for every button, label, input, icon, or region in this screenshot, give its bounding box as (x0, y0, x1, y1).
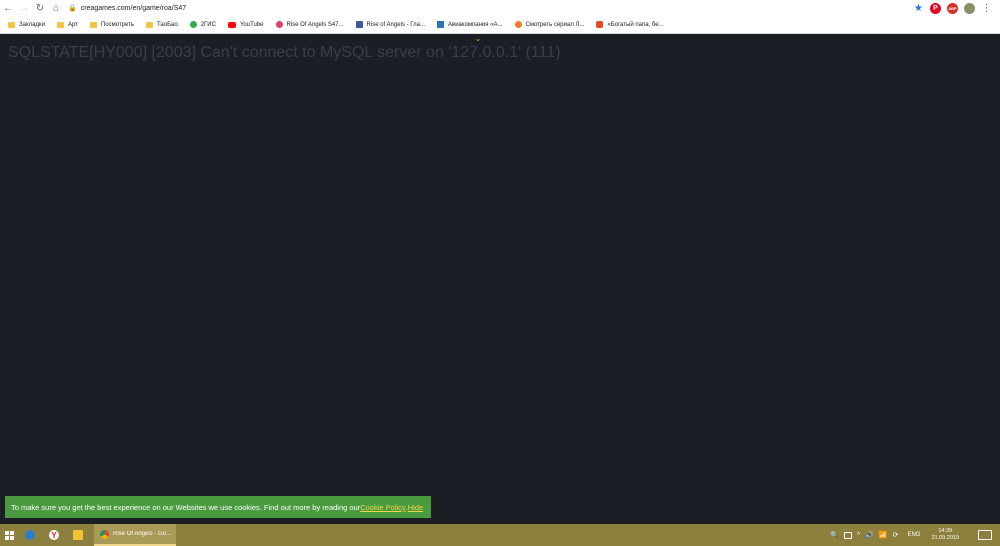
bookmark-item[interactable]: Посмотреть (86, 18, 138, 32)
bookmark-item[interactable]: 2ГИС (186, 18, 220, 32)
bookmark-item[interactable]: Смотреть сериал Л... (511, 18, 589, 32)
forward-button[interactable]: → (16, 1, 32, 15)
profile-avatar[interactable] (964, 2, 975, 14)
bookmark-item[interactable]: YouTube (224, 18, 268, 32)
search-icon[interactable]: 🔍 (830, 531, 839, 539)
explorer-taskbar-button[interactable] (66, 524, 90, 546)
hide-link[interactable]: Hide (408, 503, 423, 512)
task-label: Rise Of Angels - Go... (113, 531, 172, 537)
yandex-taskbar-button[interactable]: Y (42, 524, 66, 546)
bookmark-item[interactable]: Rise Of Angels S47... (272, 18, 348, 32)
bookmark-item[interactable]: Авиакомпания «А... (433, 18, 507, 32)
roa-icon (275, 21, 283, 28)
folder-icon (146, 21, 154, 28)
facebook-icon (355, 21, 363, 28)
bookmark-item[interactable]: «Богатый папа, бе... (592, 18, 667, 32)
back-button[interactable]: ← (0, 1, 16, 15)
cookie-text: To make sure you get the best experience… (11, 502, 361, 512)
browser-toolbar: ← → ↻ ⌂ 🔒 creagames.com/en/game/roa/S47 … (0, 0, 1000, 16)
volume-icon[interactable]: 🔊 (865, 531, 874, 539)
ie-taskbar-button[interactable] (18, 524, 42, 546)
chevron-up-icon[interactable]: ^ (857, 532, 860, 539)
cookie-policy-link[interactable]: Cookie Policy (360, 503, 405, 512)
film-icon (514, 21, 522, 28)
bookmark-item[interactable]: Rise of Angels - Гла... (352, 18, 429, 32)
bookmark-star-icon[interactable]: ★ (913, 3, 924, 14)
notification-icon[interactable] (978, 530, 992, 540)
folder-icon (8, 21, 15, 28)
language-indicator[interactable]: ENG (907, 532, 920, 538)
sync-icon[interactable]: ⟳ (893, 531, 899, 539)
page-content: ⌄ SQLSTATE[HY000] [2003] Can't connect t… (0, 34, 1000, 524)
lock-icon: 🔒 (68, 5, 77, 12)
bookmark-item[interactable]: Арт (53, 18, 82, 32)
menu-kebab-icon[interactable]: ⋮ (981, 3, 992, 14)
bookmark-item[interactable]: ТаоБао (142, 18, 182, 32)
start-button[interactable] (0, 524, 18, 546)
chevron-down-icon[interactable]: ⌄ (472, 35, 484, 43)
chrome-task-button[interactable]: Rise Of Angels - Go... (94, 524, 176, 546)
clock-time: 14:39 (938, 528, 953, 534)
network-icon[interactable]: 📶 (879, 531, 888, 539)
url-text[interactable]: creagames.com/en/game/roa/S47 (81, 5, 186, 12)
adblock-extension-icon[interactable]: ABP (947, 2, 958, 14)
bookmarks-bar: Закладки Арт Посмотреть ТаоБао 2ГИС YouT… (0, 16, 1000, 34)
home-button[interactable]: ⌂ (48, 1, 64, 15)
clock[interactable]: 14:39 21.09.2019 (931, 528, 959, 542)
system-tray: 🔍 ^ 🔊 📶 ⟳ ENG 14:39 21.09.2019 (830, 524, 1000, 546)
taskbar: Y Rise Of Angels - Go... 🔍 ^ 🔊 📶 ⟳ ENG 1… (0, 524, 1000, 546)
reload-button[interactable]: ↻ (32, 1, 48, 15)
2gis-icon (189, 21, 197, 28)
youtube-icon (227, 21, 236, 28)
cookie-banner: To make sure you get the best experience… (5, 496, 431, 518)
clock-date: 21.09.2019 (931, 535, 959, 541)
ie-icon (25, 530, 35, 540)
bookmark-item[interactable]: Закладки (4, 18, 49, 32)
folder-icon (89, 21, 97, 28)
play-icon (596, 21, 604, 28)
pinterest-extension-icon[interactable]: P (930, 2, 941, 14)
nvidia-icon[interactable] (843, 531, 852, 539)
chrome-icon (100, 529, 109, 539)
error-message: SQLSTATE[HY000] [2003] Can't connect to … (8, 44, 561, 61)
folder-icon (73, 530, 83, 540)
address-bar[interactable]: 🔒 creagames.com/en/game/roa/S47 (68, 1, 913, 15)
windows-logo-icon (4, 530, 14, 540)
folder-icon (56, 21, 64, 28)
yandex-icon: Y (49, 530, 59, 540)
airline-icon (437, 21, 444, 28)
